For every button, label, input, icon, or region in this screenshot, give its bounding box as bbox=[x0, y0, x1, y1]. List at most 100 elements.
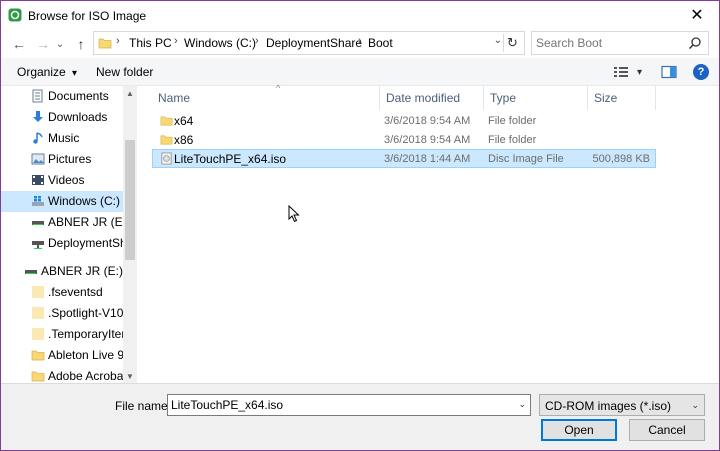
pictures-icon bbox=[31, 153, 45, 165]
cancel-button[interactable]: Cancel bbox=[629, 419, 705, 441]
file-name: x86 bbox=[174, 133, 194, 147]
refresh-button[interactable]: ↻ bbox=[503, 34, 521, 52]
breadcrumb-deploymentshare[interactable]: DeploymentShare bbox=[266, 36, 362, 50]
search-box[interactable] bbox=[531, 31, 709, 55]
scroll-down-icon[interactable]: ▼ bbox=[123, 369, 137, 383]
folder-icon bbox=[31, 350, 45, 361]
command-bar: Organize ▾ New folder ▾ ? bbox=[1, 58, 719, 86]
table-row[interactable]: x86 3/6/2018 9:54 AM File folder bbox=[152, 131, 656, 150]
column-header-date-modified[interactable]: Date modified bbox=[380, 86, 484, 110]
breadcrumb-this-pc[interactable]: This PC bbox=[129, 36, 172, 50]
organize-label: Organize bbox=[17, 65, 66, 79]
folder-icon bbox=[32, 286, 44, 298]
search-input[interactable] bbox=[536, 35, 686, 51]
sidebar-item-abner-jr[interactable]: ABNER JR (E:) bbox=[1, 212, 123, 233]
scroll-up-icon[interactable]: ▲ bbox=[123, 86, 137, 100]
sidebar-item-videos[interactable]: Videos bbox=[1, 170, 123, 191]
sidebar-item-abner-jr-root[interactable]: ABNER JR (E:) bbox=[1, 261, 123, 282]
file-name-cell: x64 bbox=[160, 114, 193, 128]
folder-icon bbox=[32, 307, 44, 319]
chevron-down-icon[interactable]: ⌄ bbox=[518, 399, 526, 410]
column-header-type[interactable]: Type bbox=[484, 86, 588, 110]
sidebar-item-label: .Spotlight-V100 bbox=[48, 306, 123, 320]
sidebar-item-fseventsd[interactable]: .fseventsd bbox=[1, 282, 123, 303]
sidebar-item-documents[interactable]: Documents bbox=[1, 86, 123, 107]
scrollbar-thumb[interactable] bbox=[125, 140, 135, 260]
close-button[interactable]: ✕ bbox=[681, 3, 713, 27]
help-button[interactable]: ? bbox=[693, 64, 709, 80]
folder-icon bbox=[31, 371, 45, 382]
breadcrumb-boot[interactable]: Boot bbox=[368, 36, 393, 50]
sidebar-item-spotlight[interactable]: .Spotlight-V100 bbox=[1, 303, 123, 324]
sidebar-item-music[interactable]: Music bbox=[1, 128, 123, 149]
dialog-window: Browse for ISO Image ✕ ← → ⌄ ↑ › This PC… bbox=[0, 0, 720, 451]
type-cell: File folder bbox=[488, 134, 537, 146]
file-name: LiteTouchPE_x64.iso bbox=[174, 152, 287, 166]
organize-button[interactable]: Organize ▾ bbox=[17, 65, 77, 79]
file-name-cell: LiteTouchPE_x64.iso bbox=[161, 152, 287, 166]
view-details-icon bbox=[614, 67, 628, 77]
back-button[interactable]: ← bbox=[9, 34, 29, 54]
sidebar-item-pictures[interactable]: Pictures bbox=[1, 149, 123, 170]
sidebar-item-label: ABNER JR (E:) bbox=[41, 264, 123, 278]
breadcrumb-separator: › bbox=[358, 35, 362, 47]
breadcrumb-separator: › bbox=[116, 35, 120, 47]
navigation-bar: ← → ⌄ ↑ › This PC › Windows (C:) › Deplo… bbox=[1, 30, 719, 58]
folder-icon bbox=[160, 116, 173, 126]
file-type-select[interactable]: CD-ROM images (*.iso) ⌄ bbox=[539, 394, 705, 416]
sidebar-item-label: .fseventsd bbox=[48, 285, 103, 299]
column-header-size[interactable]: Size bbox=[588, 86, 656, 110]
sidebar-item-label: Ableton Live 9 Suite bbox=[48, 348, 123, 362]
sidebar-item-label: Music bbox=[48, 131, 80, 145]
file-name-input[interactable] bbox=[171, 398, 501, 412]
sidebar-item-ableton[interactable]: Ableton Live 9 Suite bbox=[1, 345, 123, 366]
recent-locations-button[interactable]: ⌄ bbox=[53, 34, 67, 54]
sidebar-item-temporaryitems[interactable]: .TemporaryItems bbox=[1, 324, 123, 345]
chevron-down-icon: ▾ bbox=[637, 66, 643, 78]
sidebar-item-windows-c[interactable]: Windows (C:) bbox=[1, 191, 123, 212]
sidebar-item-label: Videos bbox=[48, 173, 85, 187]
address-dropdown-icon[interactable]: ⌄ bbox=[494, 35, 502, 46]
sidebar-item-adobe-acrobat[interactable]: Adobe Acrobat X bbox=[1, 366, 123, 383]
navigation-scrollbar[interactable]: ▲ ▼ bbox=[123, 86, 137, 383]
date-modified-cell: 3/6/2018 9:54 AM bbox=[384, 134, 471, 146]
up-button[interactable]: ↑ bbox=[71, 34, 91, 54]
file-name-field[interactable]: ⌄ bbox=[167, 394, 531, 416]
disc-image-icon bbox=[161, 152, 172, 165]
mouse-cursor-icon bbox=[288, 205, 300, 223]
table-row[interactable]: x64 3/6/2018 9:54 AM File folder bbox=[152, 112, 656, 131]
column-header-name[interactable]: ^ Name bbox=[152, 83, 380, 110]
file-name-label: File name: bbox=[115, 399, 172, 413]
close-icon: ✕ bbox=[690, 7, 704, 24]
sidebar-item-deploymentshare[interactable]: DeploymentShare bbox=[1, 233, 123, 254]
help-icon: ? bbox=[697, 66, 705, 78]
sidebar-item-label: Documents bbox=[48, 89, 109, 103]
sidebar-item-downloads[interactable]: Downloads bbox=[1, 107, 123, 128]
forward-arrow-icon: → bbox=[36, 36, 50, 52]
file-type-value: CD-ROM images (*.iso) bbox=[545, 399, 672, 413]
chevron-down-icon: ⌄ bbox=[55, 38, 65, 50]
sidebar-item-label: Adobe Acrobat X bbox=[48, 369, 123, 383]
preview-pane-icon bbox=[661, 65, 677, 79]
open-button[interactable]: Open bbox=[541, 419, 617, 441]
forward-button[interactable]: → bbox=[33, 34, 53, 54]
folder-icon bbox=[98, 38, 112, 49]
column-header-label: Size bbox=[594, 91, 618, 105]
new-folder-button[interactable]: New folder bbox=[96, 65, 153, 79]
app-icon bbox=[8, 8, 22, 22]
address-bar[interactable]: › This PC › Windows (C:) › DeploymentSha… bbox=[93, 31, 525, 55]
folder-icon bbox=[160, 135, 173, 145]
usb-drive-icon bbox=[25, 270, 37, 274]
search-icon bbox=[688, 37, 701, 50]
breadcrumb-separator: › bbox=[255, 35, 259, 47]
table-row[interactable]: LiteTouchPE_x64.iso 3/6/2018 1:44 AM Dis… bbox=[152, 149, 656, 168]
breadcrumb-windows-c[interactable]: Windows (C:) bbox=[184, 36, 256, 50]
file-name-area: File name: ⌄ CD-ROM images (*.iso) ⌄ Ope… bbox=[1, 383, 719, 450]
type-cell: Disc Image File bbox=[488, 153, 564, 165]
refresh-icon: ↻ bbox=[507, 35, 518, 50]
date-modified-cell: 3/6/2018 1:44 AM bbox=[384, 153, 471, 165]
change-view-button[interactable]: ▾ bbox=[613, 63, 642, 81]
music-icon bbox=[33, 132, 43, 144]
preview-pane-button[interactable] bbox=[661, 63, 677, 81]
navigation-pane: Documents Downloads Music Pictures Video… bbox=[1, 86, 137, 383]
